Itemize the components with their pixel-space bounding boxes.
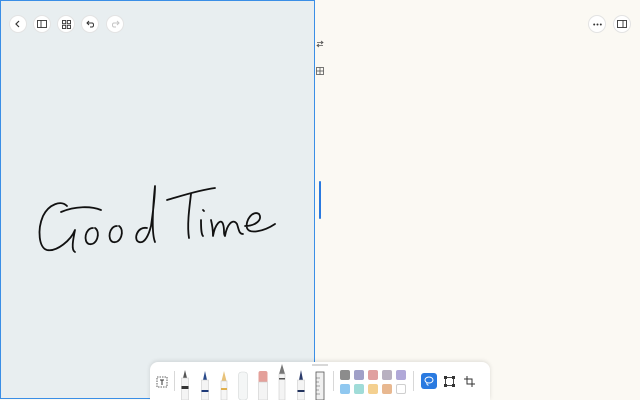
undo-icon (85, 20, 94, 28)
text-box-tool[interactable] (156, 375, 168, 388)
color-swatch[interactable] (354, 370, 364, 380)
brush-pen-tool[interactable] (275, 364, 289, 400)
redo-icon (111, 20, 120, 28)
pencil-tool[interactable] (217, 368, 231, 400)
color-swatch[interactable] (396, 370, 406, 380)
undo-button[interactable] (82, 16, 98, 32)
handwriting-drawing (38, 185, 276, 253)
ruler-tool[interactable] (312, 364, 328, 400)
highlighter-tool[interactable] (236, 368, 250, 400)
color-swatch[interactable] (382, 370, 392, 380)
redo-button[interactable] (107, 16, 123, 32)
color-swatch[interactable] (354, 384, 364, 394)
sidebar-button[interactable] (34, 16, 50, 32)
toolbar-divider (174, 371, 175, 391)
fineliner-tool[interactable] (294, 368, 308, 400)
more-icon (592, 23, 602, 25)
toolbar-divider (333, 371, 334, 391)
page-layout-icon[interactable] (316, 67, 324, 75)
grid-icon (61, 19, 71, 29)
grid-view-button[interactable] (58, 16, 74, 32)
split-view-button[interactable] (614, 16, 630, 32)
more-button[interactable] (589, 16, 605, 32)
crop-button[interactable] (461, 373, 477, 389)
back-button[interactable] (10, 16, 26, 32)
sidebar-icon (37, 20, 47, 28)
eraser-tool[interactable] (256, 368, 270, 400)
crop-icon (463, 375, 475, 387)
chevron-left-icon (15, 20, 20, 28)
text-box-icon (156, 376, 168, 388)
toolbar-divider (413, 371, 414, 391)
page-splitter-handle[interactable] (319, 181, 321, 219)
left-page[interactable] (0, 0, 315, 399)
select-button[interactable] (441, 373, 457, 389)
color-swatch[interactable] (368, 370, 378, 380)
color-swatch[interactable] (382, 384, 392, 394)
color-swatch[interactable] (368, 384, 378, 394)
color-swatch[interactable] (396, 384, 406, 394)
fountain-pen-tool[interactable] (178, 368, 192, 400)
swap-pages-icon[interactable] (316, 40, 324, 48)
select-icon (443, 375, 455, 387)
lasso-button[interactable] (421, 373, 437, 389)
color-swatch[interactable] (340, 370, 350, 380)
right-page[interactable] (325, 0, 640, 400)
split-view-icon (617, 20, 627, 28)
ballpoint-pen-tool[interactable] (198, 368, 212, 400)
lasso-icon (424, 376, 434, 386)
color-swatch[interactable] (340, 384, 350, 394)
